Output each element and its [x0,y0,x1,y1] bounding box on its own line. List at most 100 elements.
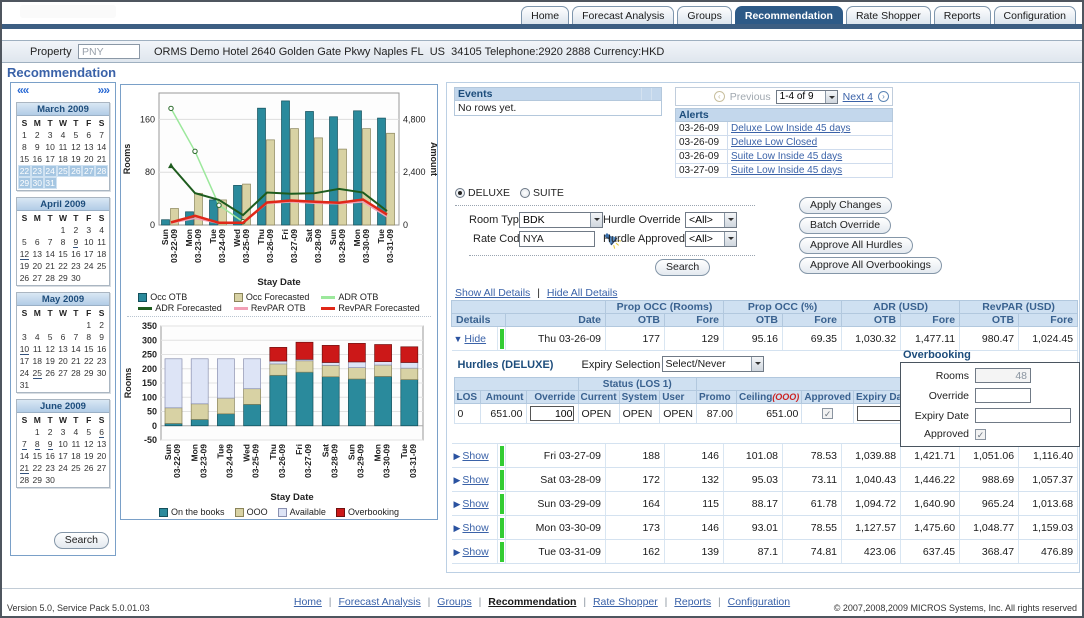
show-details-link[interactable]: Show [462,522,488,534]
approve-all-overbookings-button[interactable]: Approve All Overbookings [799,257,942,274]
calendar-day[interactable]: 27 [95,462,108,474]
calendar-day[interactable]: 14 [95,141,108,153]
calendar-day[interactable]: 13 [82,141,95,153]
calendar-day[interactable]: 28 [18,474,31,486]
calendar-day[interactable]: 18 [95,248,108,260]
calendar-day[interactable]: 13 [95,438,108,450]
calendar-day[interactable]: 17 [82,248,95,260]
calendar-day[interactable]: 9 [69,236,82,248]
calendar-day[interactable]: 31 [18,379,31,391]
calendar-day[interactable]: 8 [31,438,44,450]
dropdown-arrow-icon[interactable] [724,213,736,227]
calendar-day[interactable]: 27 [57,367,70,379]
calendar-day[interactable]: 19 [18,260,31,272]
calendar-day[interactable]: 5 [44,331,57,343]
hurdle-override-select[interactable]: <All> [685,212,737,228]
calendar-day[interactable]: 1 [57,224,70,236]
footer-link-home[interactable]: Home [294,596,322,608]
calendar-search-button[interactable]: Search [54,532,109,549]
calendar-prev-icon[interactable]: «« [17,83,28,97]
calendar-day[interactable]: 25 [31,367,44,379]
calendar-day[interactable]: 21 [44,260,57,272]
next-icon[interactable]: › [878,91,889,102]
calendar-day[interactable]: 30 [31,177,44,189]
calendar-day[interactable]: 17 [18,355,31,367]
show-details-link[interactable]: Show [462,474,488,486]
footer-link-reports[interactable]: Reports [674,596,711,608]
calendar-day[interactable]: 25 [69,462,82,474]
calendar-day[interactable]: 24 [57,462,70,474]
calendar-day[interactable]: 20 [57,355,70,367]
calendar-day[interactable]: 17 [57,450,70,462]
calendar-day[interactable]: 1 [18,129,31,141]
tab-forecast-analysis[interactable]: Forecast Analysis [572,6,674,24]
calendar-day[interactable]: 18 [69,450,82,462]
calendar-day[interactable]: 2 [69,224,82,236]
overbooking-approved-checkbox[interactable]: ✓ [975,429,986,440]
calendar-day[interactable]: 28 [95,165,108,177]
tab-recommendation[interactable]: Recommendation [735,6,843,24]
tab-rate-shopper[interactable]: Rate Shopper [846,6,931,24]
hurdle-approved-select[interactable]: <All> [685,231,737,247]
calendar-day[interactable]: 27 [31,272,44,284]
calendar-day[interactable]: 14 [18,450,31,462]
calendar-day[interactable]: 12 [18,248,31,260]
show-details-link[interactable]: Show [462,498,488,510]
calendar-day[interactable]: 14 [69,343,82,355]
batch-override-button[interactable]: Batch Override [799,217,891,234]
hurdle-approved-checkbox[interactable]: ✓ [822,408,833,419]
hide-all-details-link[interactable]: Hide All Details [547,287,618,299]
calendar-day[interactable]: 6 [57,331,70,343]
calendar-day[interactable]: 1 [31,426,44,438]
calendar-day[interactable]: 24 [18,367,31,379]
calendar-day[interactable]: 9 [44,438,57,450]
search-button[interactable]: Search [655,259,710,276]
alerts-range-select[interactable]: 1-4 of 9 [776,90,838,104]
calendar-day[interactable]: 5 [69,129,82,141]
calendar-day[interactable]: 12 [69,141,82,153]
calendar-day[interactable]: 3 [57,426,70,438]
calendar-day[interactable]: 26 [18,272,31,284]
calendar-day[interactable]: 4 [69,426,82,438]
show-details-link[interactable]: Show [462,546,488,558]
room-type-select[interactable]: BDK [519,212,603,228]
property-input[interactable] [78,44,140,59]
calendar-day[interactable]: 15 [18,153,31,165]
calendar-day[interactable]: 28 [44,272,57,284]
calendar-day[interactable]: 2 [31,129,44,141]
calendar-day[interactable]: 10 [57,438,70,450]
calendar-day[interactable]: 6 [95,426,108,438]
calendar-day[interactable]: 16 [44,450,57,462]
calendar-day[interactable]: 30 [69,272,82,284]
calendar-day[interactable]: 3 [44,129,57,141]
dropdown-arrow-icon[interactable] [751,357,763,371]
calendar-day[interactable]: 22 [31,462,44,474]
calendar-day[interactable]: 3 [18,331,31,343]
calendar-day[interactable]: 4 [57,129,70,141]
calendar-day[interactable]: 10 [44,141,57,153]
show-all-details-link[interactable]: Show All Details [455,287,530,299]
calendar-day[interactable]: 6 [82,129,95,141]
calendar-day[interactable]: 1 [82,319,95,331]
tab-home[interactable]: Home [521,6,569,24]
calendar-day[interactable]: 6 [31,236,44,248]
calendar-day[interactable]: 15 [57,248,70,260]
calendar-day[interactable]: 7 [18,438,31,450]
calendar-day[interactable]: 9 [95,331,108,343]
room-class-radio-deluxe[interactable]: DELUXE [455,187,510,199]
calendar-day[interactable]: 11 [95,236,108,248]
footer-link-configuration[interactable]: Configuration [728,596,790,608]
calendar-day[interactable]: 20 [82,153,95,165]
room-class-radio-suite[interactable]: SUITE [520,187,564,199]
calendar-day[interactable]: 26 [44,367,57,379]
tab-groups[interactable]: Groups [677,6,731,24]
calendar-next-icon[interactable]: »» [98,83,109,97]
calendar-day[interactable]: 22 [18,165,31,177]
calendar-day[interactable]: 22 [82,355,95,367]
calendar-day[interactable]: 21 [18,462,31,474]
calendar-day[interactable]: 19 [44,355,57,367]
calendar-day[interactable]: 18 [31,355,44,367]
calendar-day[interactable]: 2 [44,426,57,438]
calendar-day[interactable]: 7 [95,129,108,141]
overbooking-override-input[interactable] [975,388,1031,403]
